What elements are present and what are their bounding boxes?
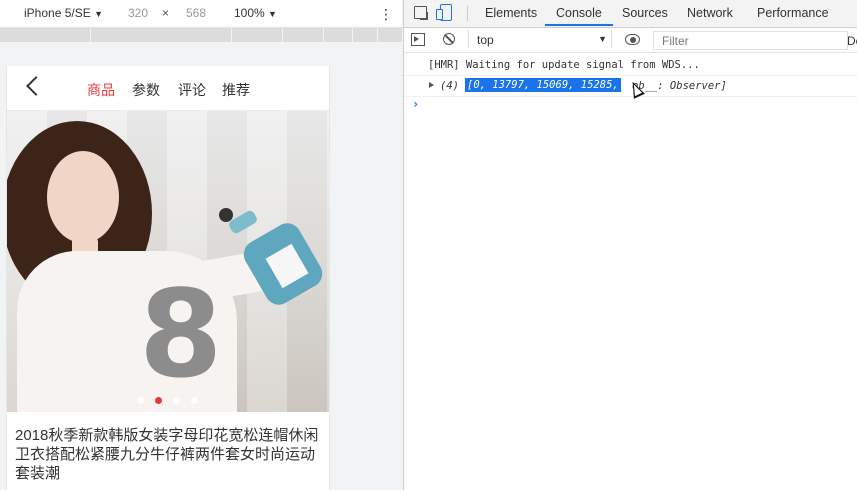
selected-array-text[interactable]: [0, 13797, 15069, 15285,: [465, 78, 621, 92]
console-toolbar: top ▼ De: [404, 28, 857, 53]
tab-params[interactable]: 参数: [132, 80, 160, 100]
execution-context-select[interactable]: top ▼: [468, 30, 612, 48]
execution-context-value: top: [477, 33, 494, 47]
carousel-dot-active[interactable]: [155, 397, 162, 404]
zoom-select-label: 100%: [234, 6, 265, 20]
carousel-dot[interactable]: [191, 397, 198, 404]
console-filter-input[interactable]: [653, 31, 848, 50]
array-length: (4): [440, 80, 459, 92]
height-field[interactable]: 568: [186, 6, 206, 20]
live-expression-eye-icon[interactable]: [625, 34, 640, 45]
product-title: 2018秋季新款韩版女装字母印花宽松连帽休闲卫衣搭配松紧腰九分牛仔裤两件套女时尚…: [15, 427, 319, 482]
inspect-element-icon[interactable]: [414, 6, 427, 19]
devtools-tab-bar: Elements Console Sources Network Perform…: [404, 0, 857, 28]
device-select[interactable]: iPhone 5/SE ▼: [24, 6, 103, 20]
tab-console[interactable]: Console: [556, 6, 602, 20]
dimension-separator: ×: [162, 6, 170, 20]
product-nav-bar: 商品 参数 评论 推荐: [7, 66, 329, 111]
back-arrow-icon[interactable]: [26, 76, 46, 96]
chevron-down-icon: ▼: [94, 9, 103, 19]
console-output: [HMR] Waiting for update signal from WDS…: [404, 53, 857, 490]
tab-elements[interactable]: Elements: [485, 6, 537, 20]
tab-goods[interactable]: 商品: [87, 80, 115, 100]
hoodie-print-graphic: 8: [139, 266, 223, 405]
console-message: [HMR] Waiting for update signal from WDS…: [404, 55, 857, 76]
carousel-dot[interactable]: [173, 397, 180, 404]
device-toolbar: iPhone 5/SE ▼ 320 × 568 100% ▼ ⋮: [0, 0, 402, 28]
product-carousel-image[interactable]: 8: [7, 111, 329, 412]
tab-sources[interactable]: Sources: [622, 6, 668, 20]
tab-recommend[interactable]: 推荐: [222, 80, 250, 100]
expand-triangle-icon[interactable]: [429, 82, 434, 88]
tab-network[interactable]: Network: [687, 6, 733, 20]
toolbar-divider: [467, 6, 468, 21]
bottle-cap: [219, 208, 233, 222]
ruler-segment[interactable]: [232, 28, 283, 42]
console-message-text: [HMR] Waiting for update signal from WDS…: [428, 59, 700, 71]
tab-reviews[interactable]: 评论: [178, 80, 206, 100]
devtools-panel: Elements Console Sources Network Perform…: [403, 0, 857, 490]
log-levels-dropdown[interactable]: De: [847, 34, 857, 48]
carousel-indicator: [137, 397, 207, 405]
ruler-segment[interactable]: [283, 28, 324, 42]
array-observer-text: ob__: Observer]: [632, 80, 727, 92]
carousel-dot[interactable]: [137, 397, 144, 404]
more-options-icon[interactable]: ⋮: [379, 6, 393, 23]
width-field[interactable]: 320: [128, 6, 148, 20]
media-query-ruler[interactable]: [0, 28, 403, 42]
phone-viewport: 商品 参数 评论 推荐 8 2018秋季新款韩版女装字母印花宽松连帽休闲卫衣搭配…: [6, 66, 330, 490]
ruler-segment[interactable]: [378, 28, 403, 42]
model-face: [47, 151, 119, 243]
tab-performance[interactable]: Performance: [757, 6, 829, 20]
clear-console-icon[interactable]: [443, 33, 455, 45]
device-emulation-pane: iPhone 5/SE ▼ 320 × 568 100% ▼ ⋮ 商品 参数 评…: [0, 0, 403, 490]
console-prompt-icon[interactable]: ›: [412, 97, 419, 111]
show-console-sidebar-icon[interactable]: [411, 33, 425, 46]
ruler-segment[interactable]: [353, 28, 378, 42]
active-tab-indicator: [545, 24, 613, 26]
ruler-segment[interactable]: [91, 28, 232, 42]
ruler-segment[interactable]: [0, 28, 91, 42]
device-select-label: iPhone 5/SE: [24, 6, 91, 20]
chevron-down-icon: ▼: [598, 34, 607, 44]
ruler-segment[interactable]: [324, 28, 353, 42]
chevron-down-icon: ▼: [268, 9, 277, 19]
toggle-device-toolbar-icon[interactable]: [436, 4, 452, 21]
zoom-select[interactable]: 100% ▼: [234, 6, 277, 20]
console-message[interactable]: (4) [0, 13797, 15069, 15285, ob__: Obser…: [404, 76, 857, 99]
